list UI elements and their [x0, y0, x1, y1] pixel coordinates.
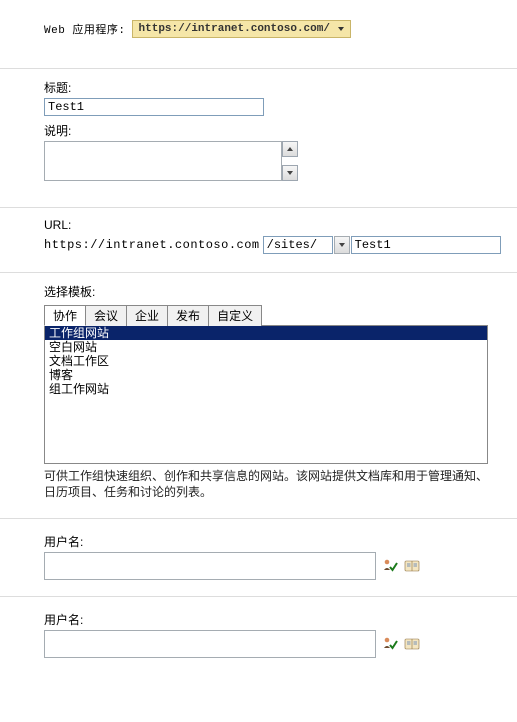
title-label: 标题:: [44, 79, 517, 96]
chevron-down-icon: [338, 27, 344, 31]
chevron-up-icon: [287, 147, 293, 151]
template-label: 选择模板:: [44, 283, 517, 300]
tab-custom[interactable]: 自定义: [209, 305, 262, 326]
tab-enterprise[interactable]: 企业: [127, 305, 168, 326]
url-prefix: https://intranet.contoso.com: [44, 238, 262, 252]
user2-label: 用户名:: [44, 611, 517, 628]
description-textarea[interactable]: [44, 141, 282, 181]
template-listbox[interactable]: 工作组网站 空白网站 文档工作区 博客 组工作网站: [44, 326, 488, 464]
webapp-dropdown[interactable]: https://intranet.contoso.com/: [132, 20, 351, 38]
webapp-value: https://intranet.contoso.com/: [139, 23, 330, 35]
user2-input[interactable]: [44, 630, 376, 658]
url-label: URL:: [44, 218, 517, 232]
description-label: 说明:: [44, 122, 517, 139]
url-path-input[interactable]: [263, 236, 333, 254]
title-input[interactable]: [44, 98, 264, 116]
user1-label: 用户名:: [44, 533, 517, 550]
check-names-icon[interactable]: [382, 558, 398, 574]
url-name-input[interactable]: [351, 236, 501, 254]
template-description: 可供工作组快速组织、创作和共享信息的网站。该网站提供文档库和用于管理通知、日历项…: [44, 468, 488, 500]
browse-directory-icon[interactable]: [404, 636, 420, 652]
template-item-blog[interactable]: 博客: [45, 368, 487, 382]
template-item-docworkspace[interactable]: 文档工作区: [45, 354, 487, 368]
webapp-label: Web 应用程序:: [44, 21, 126, 37]
chevron-down-icon: [287, 171, 293, 175]
user1-input[interactable]: [44, 552, 376, 580]
tab-collaboration[interactable]: 协作: [44, 305, 86, 326]
scroll-up-button[interactable]: [282, 141, 298, 157]
tab-publishing[interactable]: 发布: [168, 305, 209, 326]
browse-directory-icon[interactable]: [404, 558, 420, 574]
template-item-blank[interactable]: 空白网站: [45, 340, 487, 354]
template-tabs: 协作 会议 企业 发布 自定义: [44, 304, 488, 326]
chevron-down-icon: [339, 243, 345, 247]
scroll-down-button[interactable]: [282, 165, 298, 181]
template-item-groupwork[interactable]: 组工作网站: [45, 382, 487, 396]
tab-meetings[interactable]: 会议: [86, 305, 127, 326]
template-item-team[interactable]: 工作组网站: [45, 326, 487, 340]
url-path-dropdown[interactable]: [334, 236, 350, 254]
check-names-icon[interactable]: [382, 636, 398, 652]
